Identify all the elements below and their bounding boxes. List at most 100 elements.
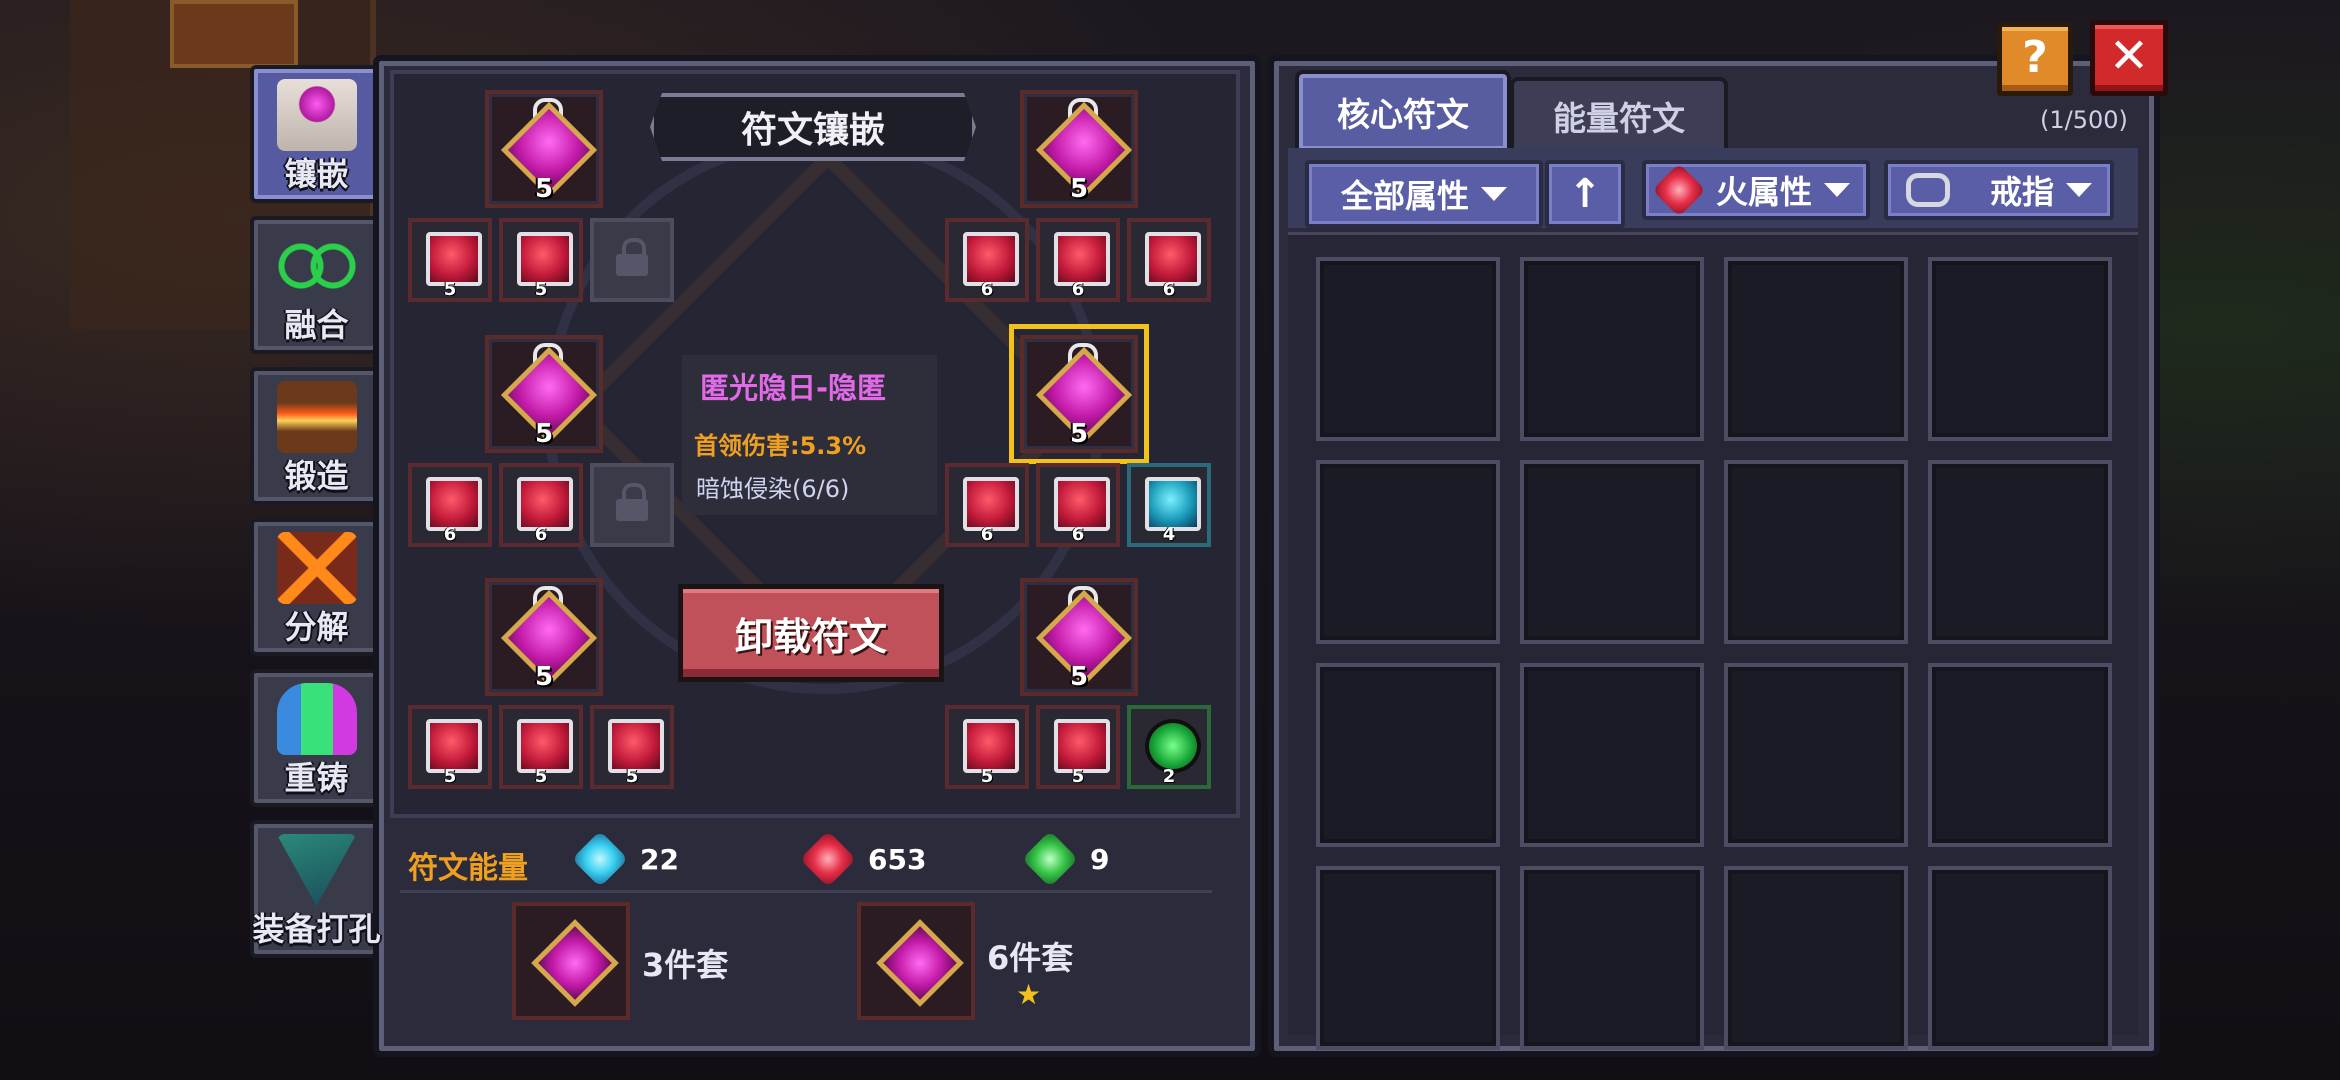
chevron-down-icon (2066, 183, 2093, 197)
dropdown-value: 戒指 (1990, 173, 2055, 211)
inventory-slot[interactable] (1316, 866, 1500, 1050)
sidebar-item-recast[interactable]: 重铸 (250, 669, 383, 807)
energy-value: 22 (640, 842, 679, 876)
core-rune-slot[interactable]: 5 (485, 335, 603, 453)
rune-level: 5 (534, 766, 548, 787)
inventory-slot[interactable] (1724, 663, 1908, 847)
tooltip-set: 暗蚀侵染(6/6) (696, 475, 850, 503)
sidebar-item-label: 锻造 (284, 457, 349, 495)
rune-gem-icon (517, 719, 573, 773)
core-rune-slot[interactable]: 5 (1009, 324, 1149, 464)
rune-gem-icon (608, 719, 664, 773)
chevron-down-icon (1481, 187, 1507, 201)
recast-icon (276, 683, 357, 755)
energy-rune-slot[interactable]: 6 (945, 463, 1029, 547)
unload-rune-button[interactable]: 卸载符文 (678, 584, 944, 682)
red-energy-icon (799, 830, 857, 888)
core-rune-slot[interactable]: 5 (1020, 578, 1138, 696)
energy-rune-slot[interactable]: 6 (499, 463, 583, 547)
inventory-slot[interactable] (1724, 866, 1908, 1050)
core-level: 5 (534, 662, 554, 692)
energy-rune-slot[interactable]: 5 (499, 705, 583, 789)
rune-level: 6 (1071, 524, 1085, 545)
rune-level: 5 (534, 279, 548, 300)
inventory-count: (1/500) (2040, 106, 2128, 134)
sort-toggle-button[interactable]: ↑ (1545, 160, 1625, 228)
energy-value: 653 (868, 842, 927, 876)
inventory-slot[interactable] (1520, 257, 1704, 441)
sidebar-item-inlay[interactable]: 镶嵌 (250, 65, 383, 203)
rune-gem-icon (963, 232, 1019, 286)
inventory-slot[interactable] (1928, 257, 2112, 441)
inventory-slot[interactable] (1928, 460, 2112, 644)
element-filter-dropdown[interactable]: 火属性 (1642, 160, 1870, 220)
energy-rune-slot[interactable]: 5 (945, 705, 1029, 789)
energy-rune-slot[interactable]: 6 (1127, 218, 1211, 302)
inventory-slot[interactable] (1520, 460, 1704, 644)
slot-filter-dropdown[interactable]: 戒指 (1884, 160, 2114, 220)
background-crate (170, 0, 298, 68)
close-button[interactable]: ✕ (2090, 20, 2168, 96)
tab-core-runes[interactable]: 核心符文 (1295, 70, 1511, 150)
sidebar-item-label: 重铸 (284, 759, 349, 797)
sidebar-item-fusion[interactable]: 融合 (250, 216, 383, 354)
set-bonus-3-label: 3件套 (642, 946, 729, 984)
core-rune-slot[interactable]: 5 (1020, 90, 1138, 208)
sidebar-item-label: 融合 (284, 306, 349, 344)
star-icon: ★ (1016, 978, 1042, 1011)
rune-level: 4 (1162, 524, 1176, 545)
energy-rune-slot[interactable]: 6 (1036, 463, 1120, 547)
energy-rune-slot[interactable]: 5 (408, 705, 492, 789)
energy-rune-slot[interactable]: 6 (408, 463, 492, 547)
energy-rune-slot[interactable]: 5 (408, 218, 492, 302)
energy-rune-slot[interactable]: 6 (945, 218, 1029, 302)
dropdown-value: 火属性 (1716, 173, 1813, 211)
energy-rune-slot[interactable]: 5 (590, 705, 674, 789)
rune-level: 6 (1162, 279, 1176, 300)
panel-title: 符文镶嵌 (650, 93, 976, 161)
help-button[interactable]: ? (1997, 22, 2073, 96)
rune-level: 5 (443, 766, 457, 787)
core-level: 5 (1069, 174, 1089, 204)
inventory-slot[interactable] (1520, 663, 1704, 847)
inventory-slot[interactable] (1316, 257, 1500, 441)
inventory-slot[interactable] (1928, 866, 2112, 1050)
energy-rune-slot[interactable]: 5 (1036, 705, 1120, 789)
inventory-slot[interactable] (1928, 663, 2112, 847)
energy-rune-slot[interactable]: 2 (1127, 705, 1211, 789)
core-level: 5 (1069, 419, 1089, 449)
inventory-slot[interactable] (1316, 663, 1500, 847)
tab-energy-runes[interactable]: 能量符文 (1510, 77, 1728, 150)
rune-gem-icon (963, 477, 1019, 531)
sidebar-item-decompose[interactable]: 分解 (250, 518, 383, 656)
set-bonus-6-icon[interactable] (857, 902, 975, 1020)
core-rune-slot[interactable]: 5 (485, 578, 603, 696)
rune-gem-icon (426, 477, 482, 531)
core-rune-slot[interactable]: 5 (485, 90, 603, 208)
inventory-slot[interactable] (1520, 866, 1704, 1050)
dropdown-value: 全部属性 (1340, 177, 1469, 215)
rune-gem-icon (963, 719, 1019, 773)
attribute-filter-dropdown[interactable]: 全部属性 (1305, 160, 1543, 228)
rune-level: 6 (443, 524, 457, 545)
rune-level: 5 (625, 766, 639, 787)
core-level: 5 (534, 419, 554, 449)
sidebar-item-forge[interactable]: 锻造 (250, 367, 383, 505)
rune-level: 5 (443, 279, 457, 300)
set-bonus-3-icon[interactable] (512, 902, 630, 1020)
inventory-slot[interactable] (1724, 460, 1908, 644)
inventory-slot[interactable] (1316, 460, 1500, 644)
core-gem-icon (876, 919, 964, 1007)
locked-rune-slot[interactable] (590, 463, 674, 547)
rune-level: 6 (1071, 279, 1085, 300)
sidebar-item-socket[interactable]: 装备打孔 (250, 820, 383, 958)
rune-gem-icon (1054, 719, 1110, 773)
inventory-slot[interactable] (1724, 257, 1908, 441)
energy-rune-slot[interactable]: 4 (1127, 463, 1211, 547)
energy-rune-slot[interactable]: 6 (1036, 218, 1120, 302)
locked-rune-slot[interactable] (590, 218, 674, 302)
core-level: 5 (534, 174, 554, 204)
core-level: 5 (1069, 662, 1089, 692)
energy-rune-slot[interactable]: 5 (499, 218, 583, 302)
green-energy-icon (1021, 830, 1079, 888)
